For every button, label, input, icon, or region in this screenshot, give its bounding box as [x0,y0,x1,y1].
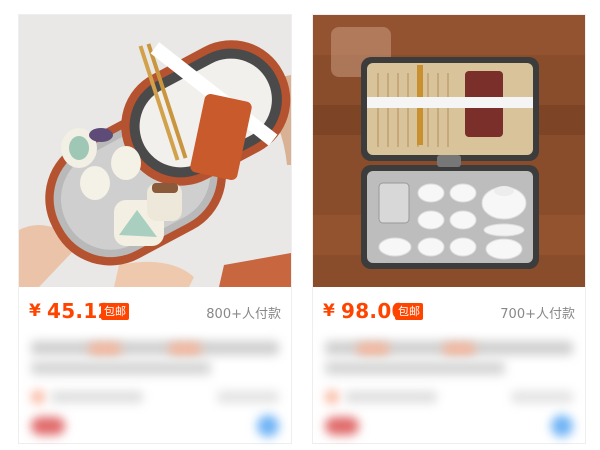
location-blurred [511,391,573,403]
product-title-line2-blurred[interactable] [325,361,505,375]
free-shipping-badge: 包邮 [395,303,423,320]
currency-symbol: ¥ [323,301,335,321]
promo-tag-blurred [31,417,65,435]
shop-name-blurred[interactable] [51,391,143,403]
sales-count: 800+人付款 [206,307,281,322]
title-highlight-blurred [89,343,121,355]
promo-tag-blurred [325,417,359,435]
product-image[interactable] [313,15,585,287]
shop-icon [31,390,45,404]
product-title-blurred[interactable] [31,341,279,355]
product-card[interactable]: ¥ 45.12 包邮 800+人付款 [18,14,292,444]
shop-icon [325,390,339,404]
product-card[interactable]: ¥ 98.00 包邮 700+人付款 [312,14,586,444]
product-title-line2-blurred[interactable] [31,361,211,375]
sales-count: 700+人付款 [500,307,575,322]
currency-symbol: ¥ [29,301,41,321]
price-row: ¥ 98.00 包邮 700+人付款 [313,299,585,325]
product-image[interactable] [19,15,291,287]
price-row: ¥ 45.12 包邮 800+人付款 [19,299,291,325]
title-highlight-blurred [169,343,201,355]
location-blurred [217,391,279,403]
add-to-cart-icon[interactable] [551,415,573,437]
free-shipping-badge: 包邮 [101,303,129,320]
title-highlight-blurred [357,343,389,355]
shop-name-blurred[interactable] [345,391,437,403]
title-highlight-blurred [443,343,475,355]
add-to-cart-icon[interactable] [257,415,279,437]
